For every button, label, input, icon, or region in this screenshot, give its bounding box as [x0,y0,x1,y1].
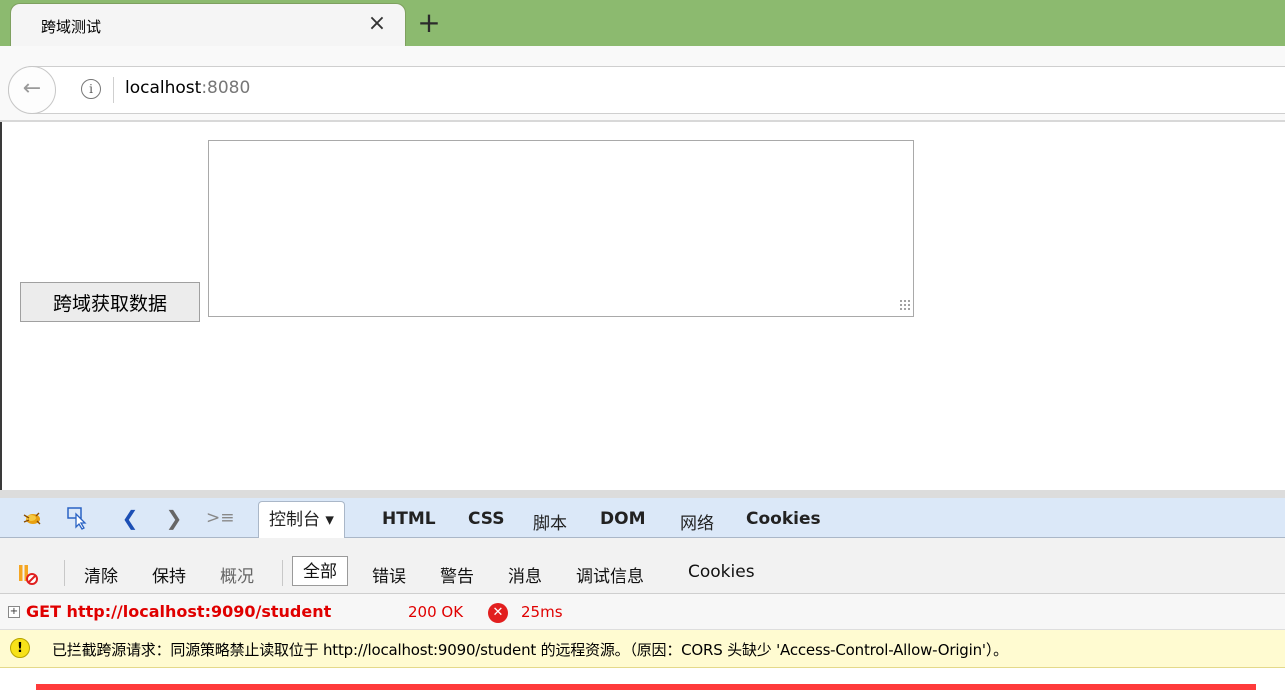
filter-debug-button[interactable]: 调试信息 [576,562,644,587]
toolbar-divider [64,560,65,586]
browser-tab[interactable]: 跨域测试 × [10,3,406,47]
command-line-row[interactable] [0,668,1285,700]
warning-icon: ! [10,638,30,658]
tab-network[interactable]: 网络 [680,509,714,534]
tab-css[interactable]: CSS [468,509,505,529]
tab-strip: 跨域测试 × + [0,0,1285,47]
site-info-icon[interactable]: i [81,79,101,99]
console-warning-row: ! 已拦截跨源请求：同源策略禁止读取位于 http://localhost:90… [0,630,1285,668]
request-time: 25ms [521,603,563,621]
filter-warnings-button[interactable]: 警告 [440,562,474,587]
persist-button[interactable]: 保持 [152,562,186,587]
panel-splitter[interactable] [0,490,1285,498]
command-line-input[interactable] [36,684,1256,690]
request-status: 200 OK [408,603,464,621]
tab-title: 跨域测试 [41,18,102,36]
url-separator [113,77,114,103]
inspect-element-icon[interactable] [66,506,90,530]
request-method-url: GET http://localhost:9090/student [26,602,332,621]
error-x-icon: ✕ [488,603,508,623]
tab-cookies[interactable]: Cookies [746,509,821,529]
expand-plus-icon[interactable]: + [8,606,20,618]
back-chevron-icon[interactable]: ❮ [118,506,142,530]
page-content: 跨域获取数据 [0,122,1285,490]
pause-on-error-icon[interactable] [18,562,40,586]
url-host: localhost [125,78,202,98]
resize-grip-icon[interactable] [899,299,911,311]
filter-info-button[interactable]: 消息 [508,562,542,587]
firebug-toolbar: ❮ ❯ >≡ 控制台 ▾ HTML CSS 脚本 DOM 网络 Cookies [0,498,1285,538]
back-arrow-icon[interactable]: ← [8,66,56,114]
tab-script[interactable]: 脚本 [533,509,567,534]
url-text[interactable]: localhost:8080 [125,78,250,98]
clear-button[interactable]: 清除 [84,562,118,587]
forward-chevron-icon[interactable]: ❯ [162,506,186,530]
filter-errors-button[interactable]: 错误 [372,562,406,587]
warning-message: 已拦截跨源请求：同源策略禁止读取位于 http://localhost:9090… [52,641,1008,659]
firebug-panel: ❮ ❯ >≡ 控制台 ▾ HTML CSS 脚本 DOM 网络 Cookies … [0,490,1285,700]
tab-close-icon[interactable]: × [363,10,391,38]
toolbar-divider [282,560,283,586]
profile-button[interactable]: 概况 [220,562,254,587]
command-line-icon[interactable]: >≡ [206,506,235,530]
url-bar[interactable]: ← i localhost:8080 [8,66,1285,114]
firebug-bug-icon[interactable] [20,506,44,530]
filter-all-button[interactable]: 全部 [292,556,348,586]
filter-cookies-button[interactable]: Cookies [688,562,755,582]
tab-console[interactable]: 控制台 ▾ [258,501,345,538]
console-toolbar: 清除 保持 概况 全部 错误 警告 消息 调试信息 Cookies [0,538,1285,594]
result-textarea[interactable] [208,140,914,317]
cross-domain-fetch-button[interactable]: 跨域获取数据 [20,282,200,322]
url-port: :8080 [201,78,251,98]
new-tab-icon[interactable]: + [414,8,444,38]
tab-dom[interactable]: DOM [600,509,645,529]
console-request-row[interactable]: + GET http://localhost:9090/student 200 … [0,594,1285,630]
navigation-bar: ← i localhost:8080 [0,46,1285,122]
tab-html[interactable]: HTML [382,509,436,529]
